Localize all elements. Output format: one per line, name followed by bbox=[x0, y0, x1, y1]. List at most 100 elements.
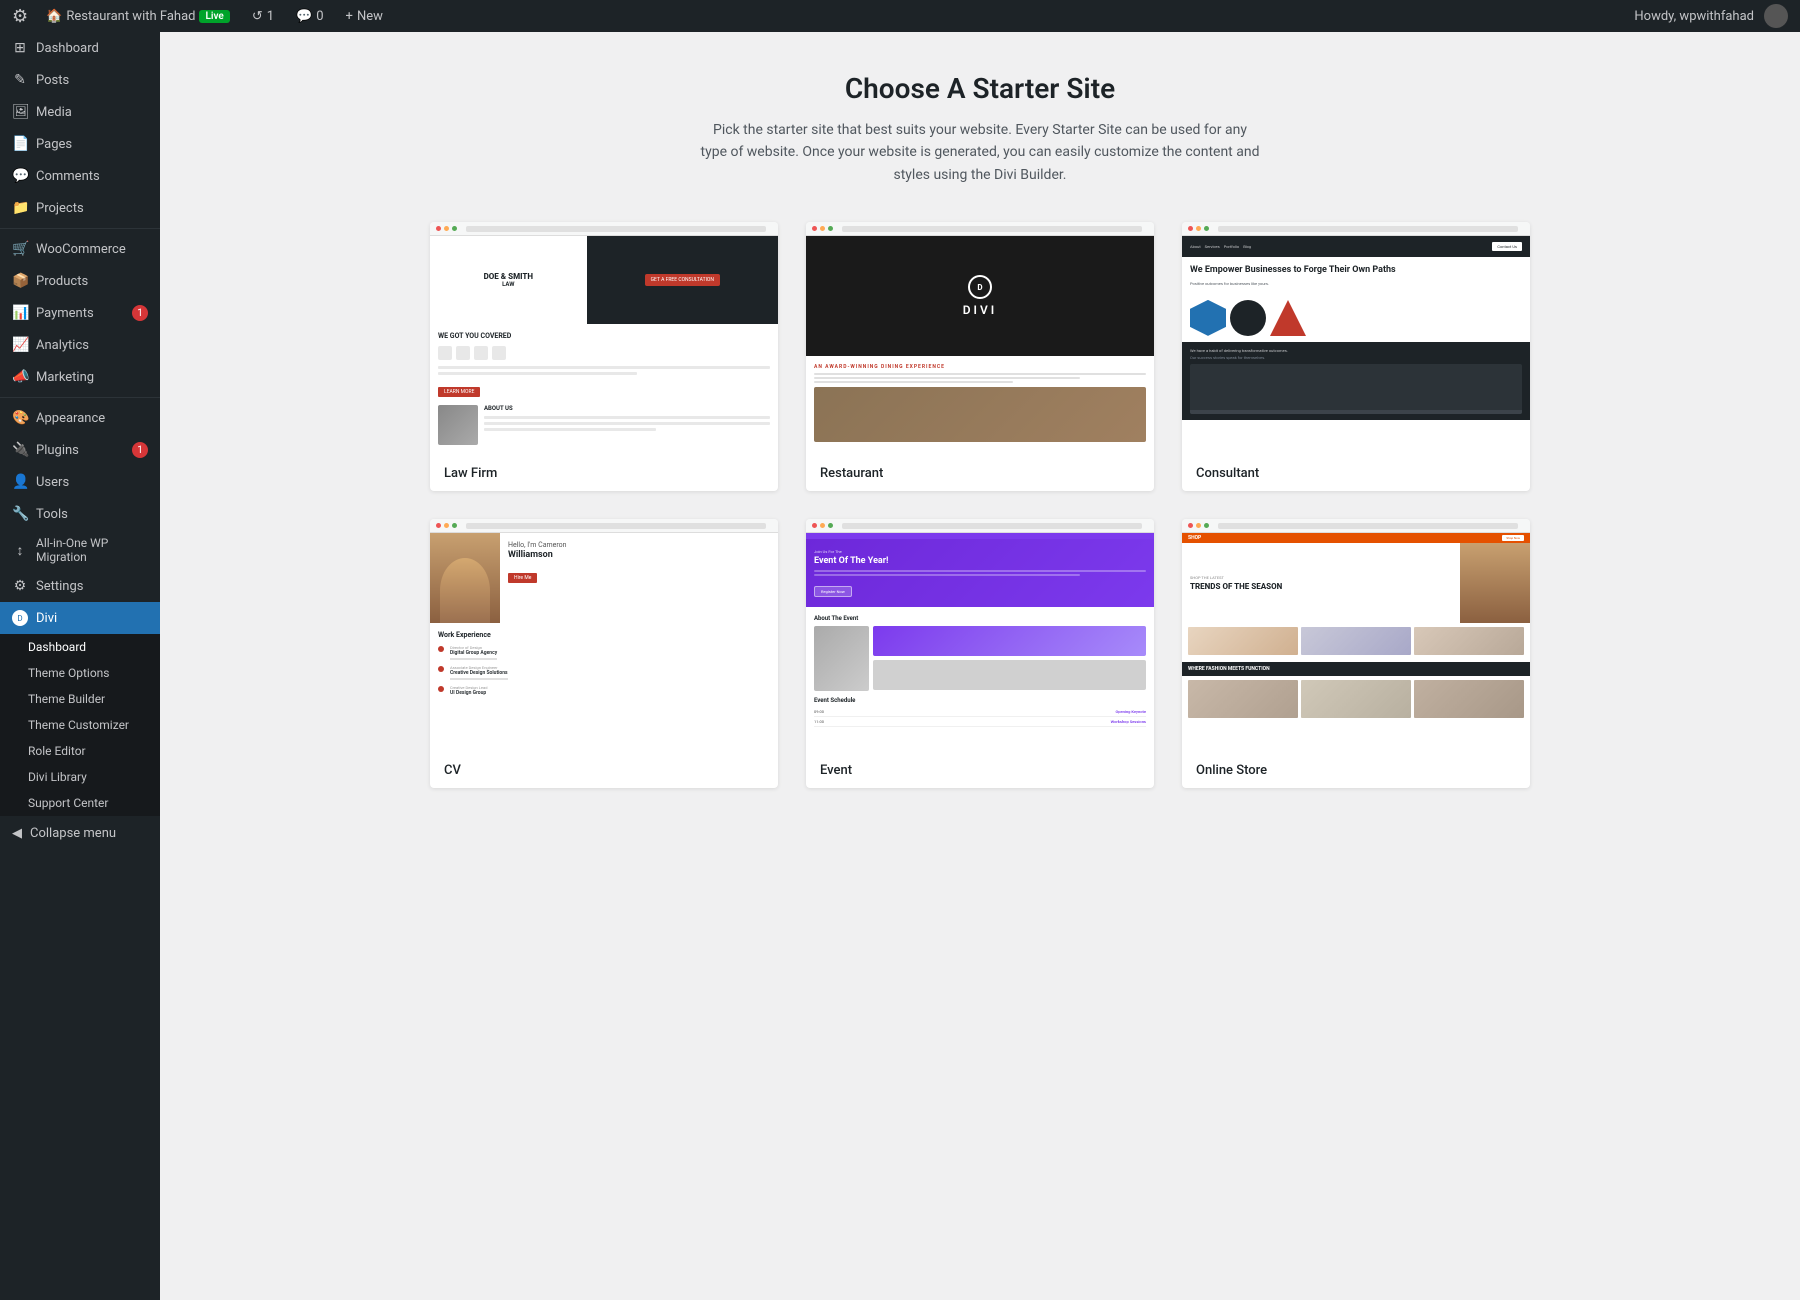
sidebar-item-users[interactable]: 👤 Users bbox=[0, 466, 160, 498]
divi-sub-role-editor[interactable]: Role Editor bbox=[0, 738, 160, 764]
wp-logo-icon[interactable]: ⚙ bbox=[12, 6, 28, 27]
admin-bar-left: ⚙ 🏠 Restaurant with Fahad Live ↺ 1 💬 0 +… bbox=[12, 6, 1626, 27]
sidebar-item-pages[interactable]: 📄 Pages bbox=[0, 128, 160, 160]
sidebar-item-woocommerce[interactable]: 🛒 WooCommerce bbox=[0, 233, 160, 265]
sidebar-item-payments[interactable]: 📊 Payments 1 bbox=[0, 297, 160, 329]
starter-card-consultant[interactable]: About Services Portfolio Blog Contact Us… bbox=[1182, 222, 1530, 491]
lf-icon-1 bbox=[438, 346, 452, 360]
cv-timeline-item-3: Creative Design Lead UI Design Group bbox=[438, 685, 770, 696]
browser-dot-green-os bbox=[1204, 523, 1209, 528]
browser-dot-green-r bbox=[828, 226, 833, 231]
lf-line-1 bbox=[438, 366, 770, 369]
law-firm-label: Law Firm bbox=[430, 456, 778, 491]
os-product-1 bbox=[1188, 627, 1298, 655]
sidebar: ⊞ Dashboard ✎ Posts 🖼 Media 📄 Pages 💬 Co… bbox=[0, 32, 160, 1300]
restaurant-hero: D DIVI bbox=[806, 236, 1154, 356]
home-icon: 🏠 bbox=[46, 9, 62, 24]
site-name[interactable]: 🏠 Restaurant with Fahad Live bbox=[42, 9, 234, 24]
collapse-label: Collapse menu bbox=[30, 826, 116, 841]
starter-card-online-store[interactable]: SHOP Shop Now SHOP THE LATEST TRENDS OF … bbox=[1182, 519, 1530, 788]
comments-counter[interactable]: 💬 0 bbox=[292, 9, 328, 24]
starter-card-law-firm[interactable]: DOE & SMITH LAW GET A FREE CONSULTATION … bbox=[430, 222, 778, 491]
divi-sub-dashboard[interactable]: Dashboard bbox=[0, 634, 160, 660]
divi-sub-theme-options[interactable]: Theme Options bbox=[0, 660, 160, 686]
os-product-2 bbox=[1301, 627, 1411, 655]
browser-dot-green-e bbox=[828, 523, 833, 528]
divi-icon: D bbox=[12, 610, 28, 626]
rest-line-1 bbox=[814, 373, 1146, 375]
event-label: Event bbox=[806, 753, 1154, 788]
law-firm-preview: DOE & SMITH LAW GET A FREE CONSULTATION … bbox=[430, 236, 778, 456]
sidebar-item-projects[interactable]: 📁 Projects bbox=[0, 192, 160, 224]
sidebar-item-marketing[interactable]: 📣 Marketing bbox=[0, 361, 160, 393]
divi-sub-theme-builder[interactable]: Theme Builder bbox=[0, 686, 160, 712]
sched-session-2: Workshop Sessions bbox=[1111, 719, 1146, 724]
browser-dot-green-cv bbox=[452, 523, 457, 528]
browser-bar-restaurant bbox=[806, 222, 1154, 236]
avatar bbox=[1764, 4, 1788, 28]
starter-card-restaurant[interactable]: D DIVI AN AWARD-WINNING DINING EXPERIENC… bbox=[806, 222, 1154, 491]
browser-dot-yellow-c bbox=[1196, 226, 1201, 231]
browser-dot-red-c bbox=[1188, 226, 1193, 231]
lf-about-section: ABOUT US bbox=[438, 405, 770, 445]
sidebar-item-settings[interactable]: ⚙ Settings bbox=[0, 570, 160, 602]
collapse-menu-button[interactable]: ◀ Collapse menu bbox=[0, 816, 160, 851]
consultant-shapes bbox=[1182, 300, 1530, 342]
law-firm-logo-area: DOE & SMITH LAW bbox=[430, 236, 587, 324]
sidebar-item-plugins[interactable]: 🔌 Plugins 1 bbox=[0, 434, 160, 466]
cl-text-2: Our success stories speak for themselves… bbox=[1190, 355, 1522, 360]
role-1: Digital Group Agency bbox=[450, 650, 497, 656]
starter-card-cv[interactable]: Hello, I'm Cameron Williamson Hire Me Wo… bbox=[430, 519, 778, 788]
cn-1: About bbox=[1190, 244, 1201, 249]
howdy-text: Howdy, wpwithfahad bbox=[1634, 9, 1754, 24]
sidebar-item-dashboard[interactable]: ⊞ Dashboard bbox=[0, 32, 160, 64]
starter-card-event[interactable]: Join Us For The Event Of The Year! Regis… bbox=[806, 519, 1154, 788]
shape-triangle bbox=[1270, 300, 1306, 336]
cv-greeting-text: Hello, I'm Cameron bbox=[508, 541, 770, 549]
plugins-icon: 🔌 bbox=[12, 442, 28, 458]
starter-sites-grid: DOE & SMITH LAW GET A FREE CONSULTATION … bbox=[430, 222, 1530, 788]
lf-learn-more: LEARN MORE bbox=[438, 387, 480, 397]
sidebar-item-media[interactable]: 🖼 Media bbox=[0, 96, 160, 128]
cv-preview: Hello, I'm Cameron Williamson Hire Me Wo… bbox=[430, 533, 778, 753]
dashboard-icon: ⊞ bbox=[12, 40, 28, 56]
os-fashion-title: WHERE FASHION MEETS FUNCTION bbox=[1188, 666, 1524, 672]
browser-dot-red bbox=[436, 226, 441, 231]
browser-dot-green bbox=[452, 226, 457, 231]
event-main-image bbox=[814, 626, 869, 691]
sidebar-item-divi[interactable]: D Divi bbox=[0, 602, 160, 634]
browser-dot-yellow-cv bbox=[444, 523, 449, 528]
sidebar-label-woocommerce: WooCommerce bbox=[36, 242, 126, 257]
lf-about-line-1 bbox=[484, 416, 770, 419]
browser-url-bar bbox=[466, 226, 766, 232]
new-button[interactable]: + New bbox=[342, 9, 387, 24]
sidebar-item-posts[interactable]: ✎ Posts bbox=[0, 64, 160, 96]
divi-sub-divi-library[interactable]: Divi Library bbox=[0, 764, 160, 790]
timeline-dot-3 bbox=[438, 686, 444, 692]
timeline-dot-2 bbox=[438, 666, 444, 672]
sched-time-2: 11:00 bbox=[814, 719, 824, 724]
sidebar-item-appearance[interactable]: 🎨 Appearance bbox=[0, 402, 160, 434]
migration-icon: ↕ bbox=[12, 542, 28, 559]
cv-photo-area bbox=[430, 533, 500, 623]
divi-sub-theme-customizer[interactable]: Theme Customizer bbox=[0, 712, 160, 738]
browser-url-bar-cv bbox=[466, 523, 766, 529]
rest-tagline: AN AWARD-WINNING DINING EXPERIENCE bbox=[814, 364, 1146, 370]
online-store-preview: SHOP Shop Now SHOP THE LATEST TRENDS OF … bbox=[1182, 533, 1530, 753]
lf-tagline: WE GOT YOU COVERED bbox=[438, 332, 770, 340]
divi-sub-support-center[interactable]: Support Center bbox=[0, 790, 160, 816]
event-title-text: Event Of The Year! bbox=[814, 556, 1146, 567]
consultant-preview: About Services Portfolio Blog Contact Us… bbox=[1182, 236, 1530, 456]
sidebar-item-products[interactable]: 📦 Products bbox=[0, 265, 160, 297]
sidebar-item-comments[interactable]: 💬 Comments bbox=[0, 160, 160, 192]
consultant-headline: We Empower Businesses to Forge Their Own… bbox=[1190, 265, 1522, 277]
sidebar-item-tools[interactable]: 🔧 Tools bbox=[0, 498, 160, 530]
lf-line-2 bbox=[438, 372, 637, 375]
sidebar-item-analytics[interactable]: 📈 Analytics bbox=[0, 329, 160, 361]
media-icon: 🖼 bbox=[12, 104, 28, 120]
sidebar-item-allinone[interactable]: ↕ All-in-One WP Migration bbox=[0, 530, 160, 570]
event-purple-shape bbox=[873, 626, 1146, 656]
lf-icon-2 bbox=[456, 346, 470, 360]
update-counter[interactable]: ↺ 1 bbox=[248, 9, 278, 24]
sidebar-label-users: Users bbox=[36, 475, 69, 490]
